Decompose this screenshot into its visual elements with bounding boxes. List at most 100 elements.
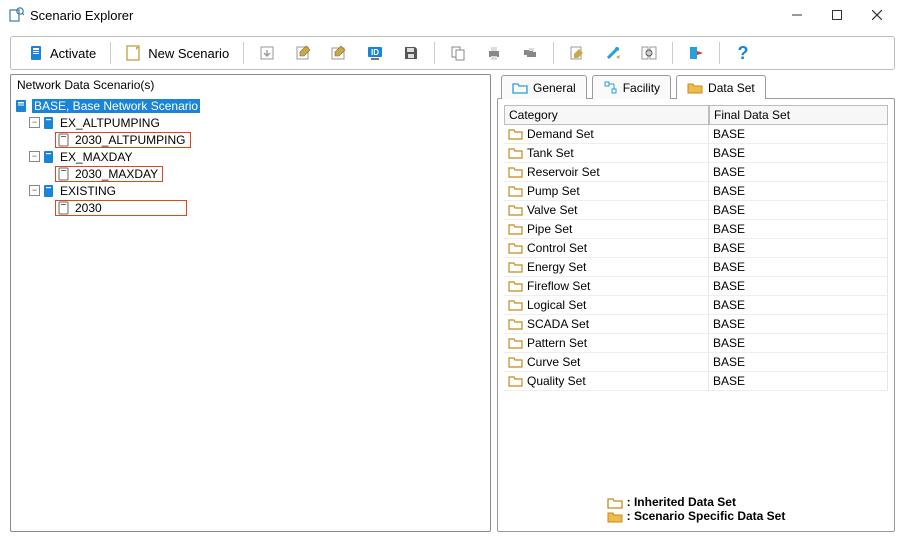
tree-node[interactable]: EX_MAXDAY xyxy=(58,150,134,164)
value-cell: BASE xyxy=(709,334,888,353)
category-cell: Energy Set xyxy=(504,258,709,277)
grid-row[interactable]: Pattern SetBASE xyxy=(504,334,888,353)
grid-row[interactable]: Energy SetBASE xyxy=(504,258,888,277)
tab-label: General xyxy=(533,81,576,95)
import-button[interactable] xyxy=(252,42,282,64)
grid-row[interactable]: Pipe SetBASE xyxy=(504,220,888,239)
category-cell: SCADA Set xyxy=(504,315,709,334)
tree-node[interactable]: 2030 xyxy=(73,201,104,215)
value-cell: BASE xyxy=(709,125,888,144)
edit-button[interactable] xyxy=(324,42,354,64)
tree-node-root[interactable]: BASE, Base Network Scenario xyxy=(32,99,200,113)
print-button[interactable] xyxy=(479,42,509,64)
category-cell: Control Set xyxy=(504,239,709,258)
tab-general[interactable]: General xyxy=(501,75,587,99)
scenario-icon xyxy=(58,133,70,147)
tree-node[interactable]: 2030_ALTPUMPING xyxy=(73,133,188,147)
compare-button[interactable] xyxy=(634,42,664,64)
separator xyxy=(719,42,720,64)
legend-inherited: : Inherited Data Set xyxy=(627,495,736,509)
window-title: Scenario Explorer xyxy=(30,8,133,23)
maximize-button[interactable] xyxy=(817,1,857,29)
print-all-button[interactable] xyxy=(515,42,545,64)
value-cell: BASE xyxy=(709,144,888,163)
tree-node[interactable]: 2030_MAXDAY xyxy=(73,167,160,181)
dataset-tab-body: Category Final Data Set Demand SetBASETa… xyxy=(497,98,895,532)
collapse-icon[interactable]: − xyxy=(29,117,40,128)
svg-text:?: ? xyxy=(738,44,749,62)
scenario-tree-panel: Network Data Scenario(s) BASE, Base Netw… xyxy=(10,74,491,532)
grid-header: Category Final Data Set xyxy=(504,106,888,125)
copy-button[interactable] xyxy=(443,42,473,64)
titlebar: Scenario Explorer xyxy=(0,0,905,30)
value-cell: BASE xyxy=(709,315,888,334)
value-cell: BASE xyxy=(709,220,888,239)
folder-filled-icon xyxy=(607,510,623,523)
minimize-button[interactable] xyxy=(777,1,817,29)
category-cell: Quality Set xyxy=(504,372,709,391)
value-cell: BASE xyxy=(709,353,888,372)
settings-button[interactable] xyxy=(598,42,628,64)
value-cell: BASE xyxy=(709,277,888,296)
folder-icon xyxy=(687,81,703,94)
grid-row[interactable]: Logical SetBASE xyxy=(504,296,888,315)
scenario-icon xyxy=(58,167,70,181)
tab-dataset[interactable]: Data Set xyxy=(676,75,766,99)
category-cell: Fireflow Set xyxy=(504,277,709,296)
value-cell: BASE xyxy=(709,182,888,201)
value-cell: BASE xyxy=(709,201,888,220)
grid-row[interactable]: Fireflow SetBASE xyxy=(504,277,888,296)
grid-row[interactable]: Pump SetBASE xyxy=(504,182,888,201)
legend: : Inherited Data Set : Scenario Specific… xyxy=(599,491,794,527)
column-header-category[interactable]: Category xyxy=(504,106,709,125)
collapse-icon[interactable]: − xyxy=(29,151,40,162)
scenario-icon xyxy=(43,116,55,130)
category-cell: Pipe Set xyxy=(504,220,709,239)
grid-row[interactable]: Curve SetBASE xyxy=(504,353,888,372)
collapse-icon[interactable]: − xyxy=(29,185,40,196)
edit-scenario-button[interactable] xyxy=(562,42,592,64)
help-button[interactable]: ? xyxy=(728,42,758,64)
separator xyxy=(553,42,554,64)
category-cell: Demand Set xyxy=(504,125,709,144)
value-cell: BASE xyxy=(709,163,888,182)
dataset-grid: Category Final Data Set Demand SetBASETa… xyxy=(504,105,888,391)
scenario-root-icon xyxy=(15,99,29,113)
column-header-value[interactable]: Final Data Set xyxy=(709,106,888,125)
details-panel: General Facility Data Set Category Final… xyxy=(497,74,895,532)
save-button[interactable] xyxy=(396,42,426,64)
close-button[interactable] xyxy=(857,1,897,29)
separator xyxy=(434,42,435,64)
facility-icon xyxy=(603,80,618,95)
value-cell: BASE xyxy=(709,258,888,277)
grid-row[interactable]: SCADA SetBASE xyxy=(504,315,888,334)
edit-note-button[interactable] xyxy=(288,42,318,64)
value-cell: BASE xyxy=(709,239,888,258)
tree-node[interactable]: EX_ALTPUMPING xyxy=(58,116,162,130)
folder-outline-icon xyxy=(607,496,623,509)
tab-facility[interactable]: Facility xyxy=(592,75,671,99)
category-cell: Curve Set xyxy=(504,353,709,372)
scenario-icon xyxy=(43,150,55,164)
tab-label: Data Set xyxy=(708,81,755,95)
value-cell: BASE xyxy=(709,296,888,315)
activate-label: Activate xyxy=(50,46,96,61)
activate-button[interactable]: Activate xyxy=(23,42,102,64)
category-cell: Pump Set xyxy=(504,182,709,201)
toolbar: Activate New Scenario ID ? xyxy=(10,36,895,70)
grid-row[interactable]: Demand SetBASE xyxy=(504,125,888,144)
category-cell: Logical Set xyxy=(504,296,709,315)
grid-row[interactable]: Quality SetBASE xyxy=(504,372,888,391)
grid-row[interactable]: Tank SetBASE xyxy=(504,144,888,163)
grid-row[interactable]: Valve SetBASE xyxy=(504,201,888,220)
separator xyxy=(672,42,673,64)
category-cell: Valve Set xyxy=(504,201,709,220)
id-button[interactable]: ID xyxy=(360,42,390,64)
grid-row[interactable]: Control SetBASE xyxy=(504,239,888,258)
new-scenario-button[interactable]: New Scenario xyxy=(119,42,235,64)
tree-node[interactable]: EXISTING xyxy=(58,184,118,198)
grid-row[interactable]: Reservoir SetBASE xyxy=(504,163,888,182)
scenario-icon xyxy=(43,184,55,198)
scenario-tree[interactable]: BASE, Base Network Scenario − EX_ALTPUMP… xyxy=(11,95,490,531)
export-button[interactable] xyxy=(681,42,711,64)
